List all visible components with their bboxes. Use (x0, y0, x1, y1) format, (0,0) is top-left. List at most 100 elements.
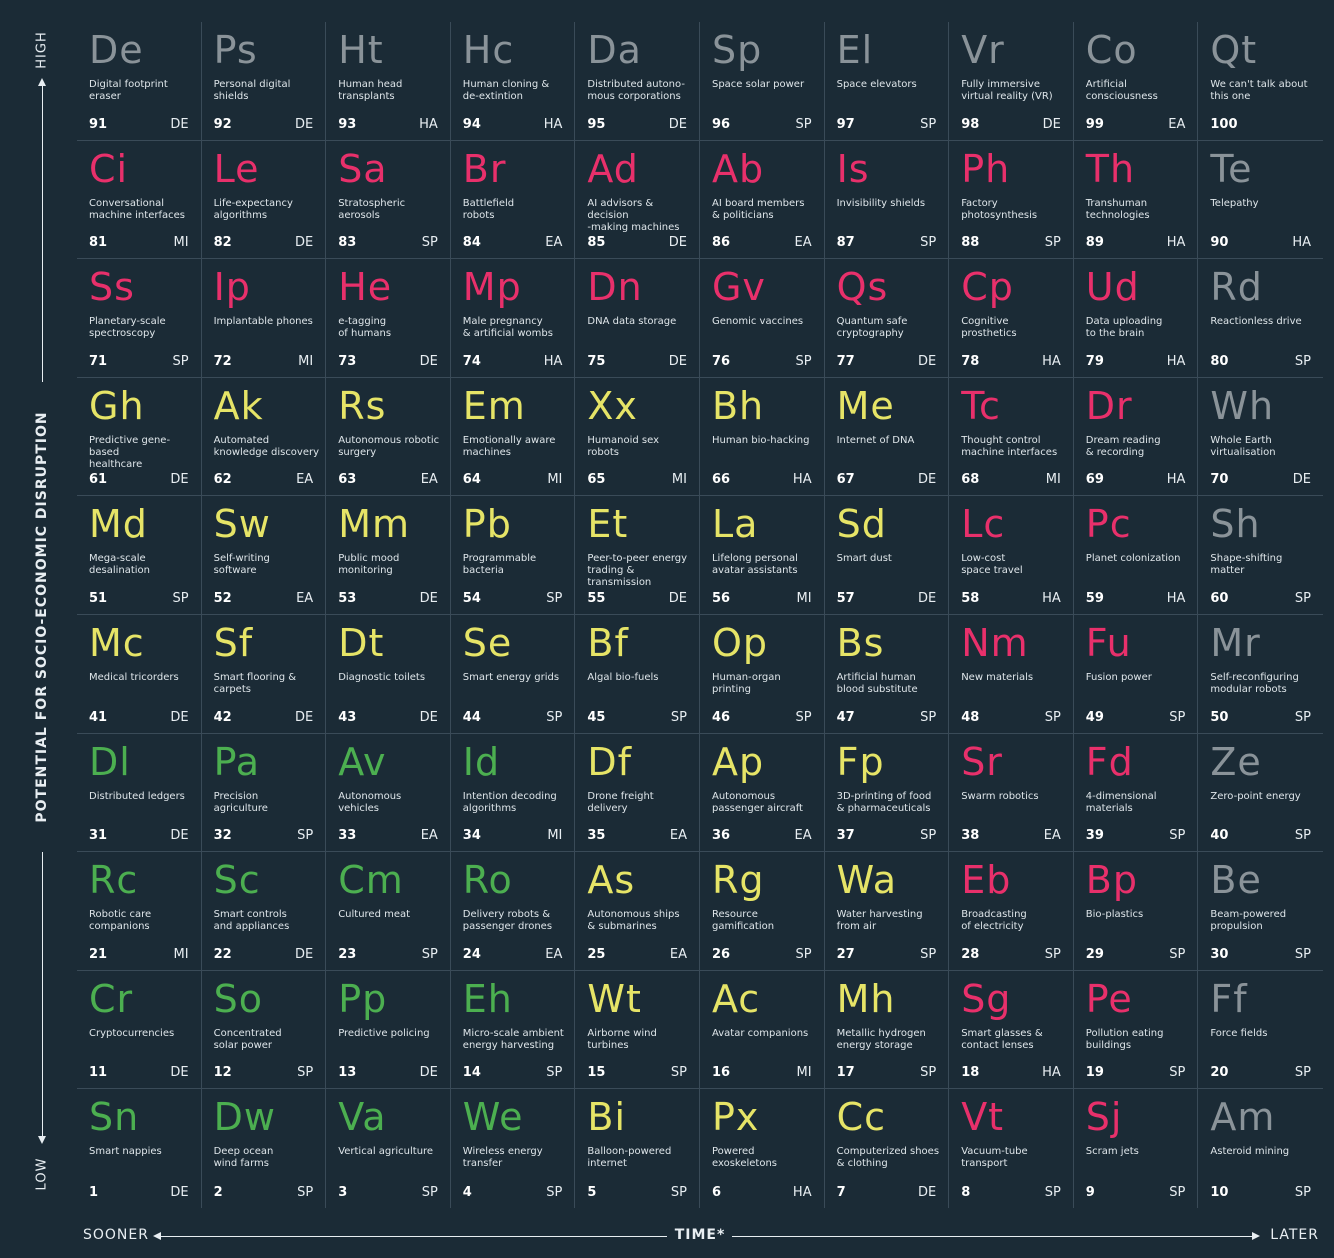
element-category: SP (1169, 828, 1186, 844)
element-category: DE (170, 1065, 189, 1081)
element-cell: Md Mega-scale desalination 51 SP (77, 496, 202, 615)
element-symbol: El (836, 28, 874, 72)
element-category: DE (668, 116, 687, 132)
element-name: Smart energy grids (462, 671, 560, 683)
element-symbol: Mr (1210, 620, 1261, 665)
element-number: 56 (711, 590, 731, 606)
element-cell: Gv Genomic vaccines 76 SP (699, 259, 825, 378)
element-symbol: Tc (961, 383, 1001, 428)
element-number: 48 (961, 709, 980, 725)
element-name: e-tagging of humans (338, 316, 392, 340)
element-symbol: Df (587, 739, 633, 784)
element-number: 31 (89, 828, 108, 844)
element-symbol: Pb (462, 502, 512, 547)
element-category: EA (420, 828, 438, 844)
element-number: 34 (462, 828, 481, 844)
element-category: DE (917, 472, 937, 488)
element-category: SP (920, 1065, 937, 1081)
element-cell: Te Telepathy 90 HA (1198, 141, 1323, 260)
element-symbol: Sp (711, 28, 763, 72)
element-symbol: Fd (1085, 739, 1134, 784)
element-symbol: Ff (1210, 976, 1248, 1021)
element-name: Smart glasses & contact lenses (961, 1027, 1043, 1051)
element-category: EA (545, 946, 563, 962)
element-category: SP (421, 235, 438, 251)
element-cell: Mr Self-reconfiguring modular robots 50 SP (1198, 615, 1323, 734)
element-category: DE (170, 116, 189, 132)
element-number: 11 (89, 1065, 108, 1081)
element-cell: Em Emotionally aware machines 64 MI (450, 377, 576, 497)
element-number: 76 (711, 353, 731, 369)
element-number: 46 (711, 709, 731, 725)
element-name: Vacuum-tube transport (961, 1146, 1028, 1170)
element-cell: Ps Personal digital shields 92 DE (201, 22, 327, 141)
element-symbol: Em (462, 383, 526, 428)
element-symbol: Cm (338, 858, 404, 903)
element-number: 13 (338, 1065, 357, 1081)
element-cell: Nm New materials 48 SP (949, 614, 1074, 734)
element-category: SP (795, 116, 812, 132)
element-name: Implantable phones (213, 316, 313, 328)
element-category: SP (1169, 709, 1186, 725)
element-number: 90 (1210, 235, 1229, 251)
element-cell: Df Drone freight delivery 35 EA (575, 733, 700, 853)
element-name: Drone freight delivery (587, 790, 654, 814)
element-name: Autonomous passenger aircraft (711, 790, 803, 814)
element-name: Autonomous vehicles (338, 790, 402, 814)
arrow-down-icon (38, 1136, 46, 1144)
element-category: EA (1043, 828, 1061, 844)
element-number: 67 (836, 472, 855, 488)
y-axis-low-label: LOW (34, 1157, 50, 1191)
element-cell: Rd Reactionless drive 80 SP (1198, 259, 1323, 378)
element-cell: Mm Public mood monitoring 53 DE (326, 496, 451, 615)
element-number: 12 (213, 1065, 232, 1081)
element-name: Thought control machine interfaces (961, 434, 1058, 458)
element-symbol: Bi (587, 1095, 627, 1140)
element-cell: Ad AI advisors & decision -making machine… (575, 140, 700, 260)
element-number: 6 (711, 1184, 722, 1200)
element-symbol: Fp (836, 739, 885, 784)
element-cell: Pc Planet colonization 59 HA (1073, 496, 1199, 615)
technology-periodic-table: De Digital footprint eraser 91 DE Ps Personal… (77, 22, 1323, 1208)
element-category: SP (1294, 709, 1311, 725)
element-number: 55 (587, 590, 606, 606)
element-name: Vertical agriculture (338, 1146, 434, 1158)
element-symbol: Mc (89, 620, 145, 665)
element-cell: Sn Smart nappies 1 DE (77, 1089, 202, 1208)
element-category: SP (546, 590, 563, 606)
element-cell: Sf Smart flooring & carpets 42 DE (201, 614, 327, 734)
element-number: 36 (711, 828, 731, 844)
element-cell: Ff Force fields 20 SP (1198, 971, 1323, 1090)
element-symbol: Sd (836, 502, 887, 547)
element-symbol: Dr (1085, 383, 1133, 428)
element-name: Cognitive prosthetics (961, 316, 1017, 340)
element-symbol: Wa (836, 858, 898, 903)
element-name: Metallic hydrogen energy storage (836, 1027, 926, 1051)
element-cell: Cm Cultured meat 23 SP (326, 852, 451, 971)
element-cell: Gh Predictive gene-based healthcare 61 DE (77, 377, 202, 497)
element-cell: La Lifelong personal avatar assistants 56 M… (699, 496, 825, 615)
element-category: HA (1042, 1065, 1061, 1081)
element-name: Whole Earth virtualisation (1210, 434, 1276, 458)
element-symbol: Te (1210, 146, 1253, 191)
element-name: Quantum safe cryptography (836, 316, 908, 340)
element-cell: Ak Automated knowledge discovery 62 EA (201, 377, 327, 497)
element-number: 70 (1210, 472, 1229, 488)
element-cell: Me Internet of DNA 67 DE (824, 377, 950, 497)
element-category: HA (792, 1184, 812, 1200)
element-symbol: As (587, 858, 636, 903)
x-axis-later-label: LATER (1270, 1227, 1319, 1243)
element-name: 3D-printing of food & pharmaceuticals (836, 790, 932, 814)
element-symbol: Sa (338, 146, 388, 191)
element-symbol: Vt (961, 1095, 1005, 1140)
element-cell: Lc Low-cost space travel 58 HA (949, 496, 1074, 615)
element-number: 54 (462, 590, 481, 606)
element-symbol: Bh (711, 383, 765, 428)
element-name: AI advisors & decision -making machines (587, 197, 680, 233)
element-category: HA (1166, 590, 1186, 606)
element-category: MI (298, 353, 314, 369)
element-symbol: Mh (836, 976, 896, 1021)
element-cell: Dl Distributed ledgers 31 DE (77, 733, 202, 853)
element-category: SP (1294, 590, 1311, 606)
element-category: HA (1166, 472, 1186, 488)
